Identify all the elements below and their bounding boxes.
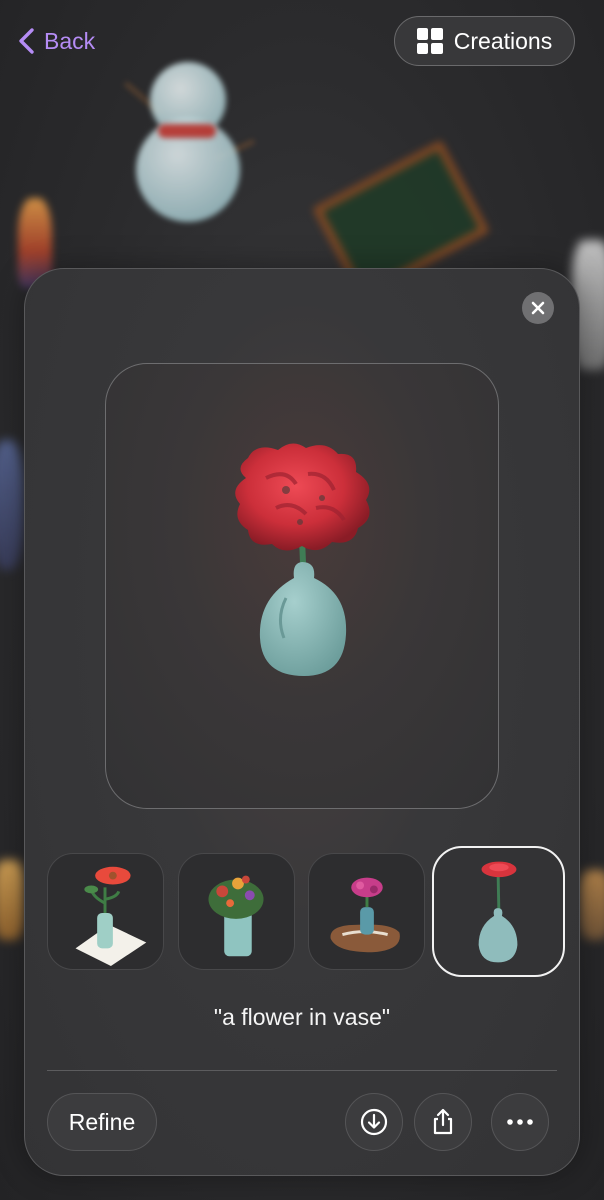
thumbnail-4-selected[interactable]: [432, 846, 565, 977]
thumbnail-4-image: [478, 861, 518, 963]
grid-icon: [416, 28, 443, 54]
share-icon: [433, 1108, 453, 1135]
thumbnail-3-image: [330, 877, 400, 953]
right-object-decoration-2: [580, 870, 604, 940]
thumbnail-3[interactable]: [308, 853, 425, 970]
refine-button[interactable]: Refine: [47, 1093, 157, 1151]
left-object-decoration-2: [0, 860, 24, 940]
share-button[interactable]: [414, 1093, 472, 1151]
flower-vase-model[interactable]: [226, 438, 382, 680]
download-button[interactable]: [345, 1093, 403, 1151]
thumbnail-1[interactable]: [47, 853, 164, 970]
chevron-left-icon: [19, 28, 34, 54]
thumbnail-1-image: [75, 866, 147, 967]
back-button[interactable]: Back: [16, 22, 95, 60]
snowman-scarf-decoration: [158, 124, 216, 138]
creations-button[interactable]: Creations: [394, 16, 575, 66]
back-label: Back: [44, 27, 96, 54]
divider: [47, 1070, 557, 1071]
thumbnail-2[interactable]: [178, 853, 295, 970]
ellipsis-icon: [507, 1119, 533, 1125]
screen: Back Creations "a flower in vase" Refine: [0, 0, 604, 1200]
download-icon: [360, 1108, 388, 1136]
creations-label: Creations: [453, 27, 553, 54]
left-object-decoration: [0, 440, 24, 570]
prompt-caption: "a flower in vase": [213, 1004, 391, 1030]
more-button[interactable]: [491, 1093, 549, 1151]
refine-label: Refine: [68, 1108, 136, 1135]
close-icon: [531, 301, 545, 315]
thumbnail-2-image: [208, 875, 264, 957]
close-button[interactable]: [522, 292, 554, 324]
